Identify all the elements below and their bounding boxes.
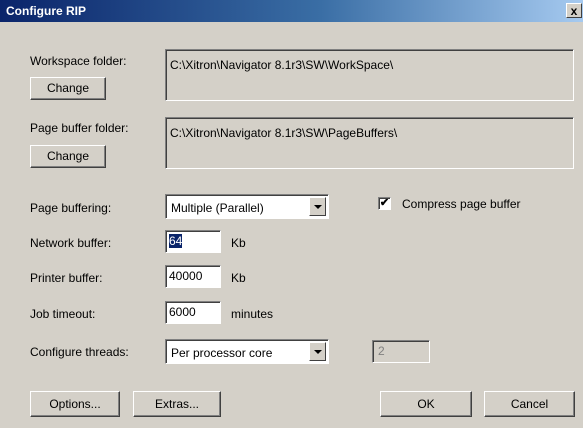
workspace-path: C:\Xitron\Navigator 8.1r3\SW\WorkSpace\	[170, 58, 394, 72]
configure-threads-select[interactable]: Per processor core	[165, 339, 329, 364]
network-buffer-unit: Kb	[231, 236, 246, 250]
printer-buffer-input[interactable]: 40000	[165, 265, 221, 288]
configure-threads-label: Configure threads:	[30, 345, 129, 359]
page-buffering-value: Multiple (Parallel)	[171, 201, 264, 215]
configure-threads-dropdown-button[interactable]	[309, 342, 326, 361]
printer-buffer-unit: Kb	[231, 271, 246, 285]
options-button[interactable]: Options...	[30, 391, 120, 417]
workspace-path-box: C:\Xitron\Navigator 8.1r3\SW\WorkSpace\	[165, 49, 574, 101]
page-buffering-dropdown-button[interactable]	[309, 197, 326, 216]
cancel-button[interactable]: Cancel	[484, 391, 575, 417]
page-buffer-path-box: C:\Xitron\Navigator 8.1r3\SW\PageBuffers…	[165, 117, 574, 169]
page-buffer-folder-label: Page buffer folder:	[30, 121, 129, 135]
page-buffering-select[interactable]: Multiple (Parallel)	[165, 194, 329, 219]
close-button[interactable]: x	[566, 3, 582, 18]
job-timeout-label: Job timeout:	[30, 307, 96, 321]
configure-threads-value: Per processor core	[171, 346, 273, 360]
job-timeout-unit: minutes	[231, 307, 274, 321]
compress-page-buffer-checkbox[interactable]: ✔	[378, 197, 391, 210]
network-buffer-input[interactable]: 64	[165, 230, 221, 253]
compress-page-buffer-label: Compress page buffer	[402, 197, 521, 211]
network-buffer-value: 64	[169, 234, 183, 248]
page-buffer-path: C:\Xitron\Navigator 8.1r3\SW\PageBuffers…	[170, 126, 398, 140]
job-timeout-input[interactable]: 6000	[165, 301, 221, 324]
extras-button[interactable]: Extras...	[133, 391, 221, 417]
thread-count-input: 2	[372, 340, 430, 363]
network-buffer-label: Network buffer:	[30, 236, 112, 250]
title-bar[interactable]	[0, 0, 583, 22]
ok-button[interactable]: OK	[380, 391, 472, 417]
chevron-down-icon	[314, 350, 322, 354]
page-buffering-label: Page buffering:	[30, 201, 112, 215]
printer-buffer-label: Printer buffer:	[30, 271, 103, 285]
workspace-folder-label: Workspace folder:	[30, 54, 127, 68]
workspace-change-button[interactable]: Change	[30, 77, 106, 100]
page-buffer-change-button[interactable]: Change	[30, 145, 106, 168]
window-title: Configure RIP	[6, 4, 86, 18]
chevron-down-icon	[314, 205, 322, 209]
